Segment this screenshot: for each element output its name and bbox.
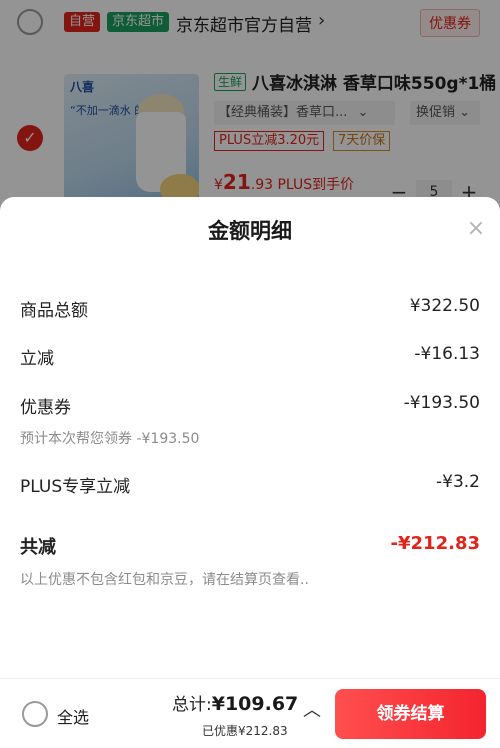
detail-value: -¥212.83 — [390, 533, 480, 554]
detail-row-goods-total: 商品总额 ¥322.50 — [20, 296, 480, 322]
total-label: 总计: — [172, 695, 212, 715]
close-icon[interactable]: × — [464, 217, 488, 241]
detail-value: -¥193.50 — [403, 393, 480, 413]
detail-value: ¥322.50 — [409, 296, 480, 316]
coupon-note: 预计本次帮您领券 -¥193.50 — [20, 431, 200, 447]
total-value: ¥109.67 — [211, 693, 299, 715]
amount-detail-sheet: 金额明细 × 商品总额 ¥322.50 立减 -¥16.13 优惠券 -¥193… — [0, 197, 500, 678]
checkout-bar: 全选 总计:¥109.67 已优惠¥212.83 ︿ 领券结算 — [0, 678, 500, 748]
saved-amount: 已优惠¥212.83 — [202, 724, 288, 738]
checkout-button[interactable]: 领券结算 — [335, 689, 486, 739]
select-all-checkbox[interactable] — [22, 701, 48, 727]
detail-label: 优惠券 — [20, 398, 71, 418]
total-amount: 总计:¥109.67 — [172, 690, 298, 715]
detail-label: 商品总额 — [20, 301, 88, 321]
detail-value: -¥3.2 — [436, 472, 480, 492]
detail-row-coupon: 优惠券 -¥193.50 — [20, 393, 480, 419]
discount-footnote: 以上优惠不包含红包和京豆，请在结算页查看.. — [20, 572, 309, 588]
sheet-title: 金额明细 — [208, 219, 292, 243]
detail-label: PLUS专享立减 — [20, 477, 131, 497]
detail-label: 共减 — [20, 537, 56, 558]
detail-row-total-reduction: 共减 -¥212.83 — [20, 533, 480, 559]
chevron-up-icon[interactable]: ︿ — [302, 701, 322, 721]
detail-row-plus-discount: PLUS专享立减 -¥3.2 — [20, 472, 480, 498]
detail-label: 立减 — [20, 349, 54, 369]
select-all-label[interactable]: 全选 — [57, 704, 89, 728]
detail-value: -¥16.13 — [414, 344, 480, 364]
detail-row-instant-discount: 立减 -¥16.13 — [20, 344, 480, 370]
